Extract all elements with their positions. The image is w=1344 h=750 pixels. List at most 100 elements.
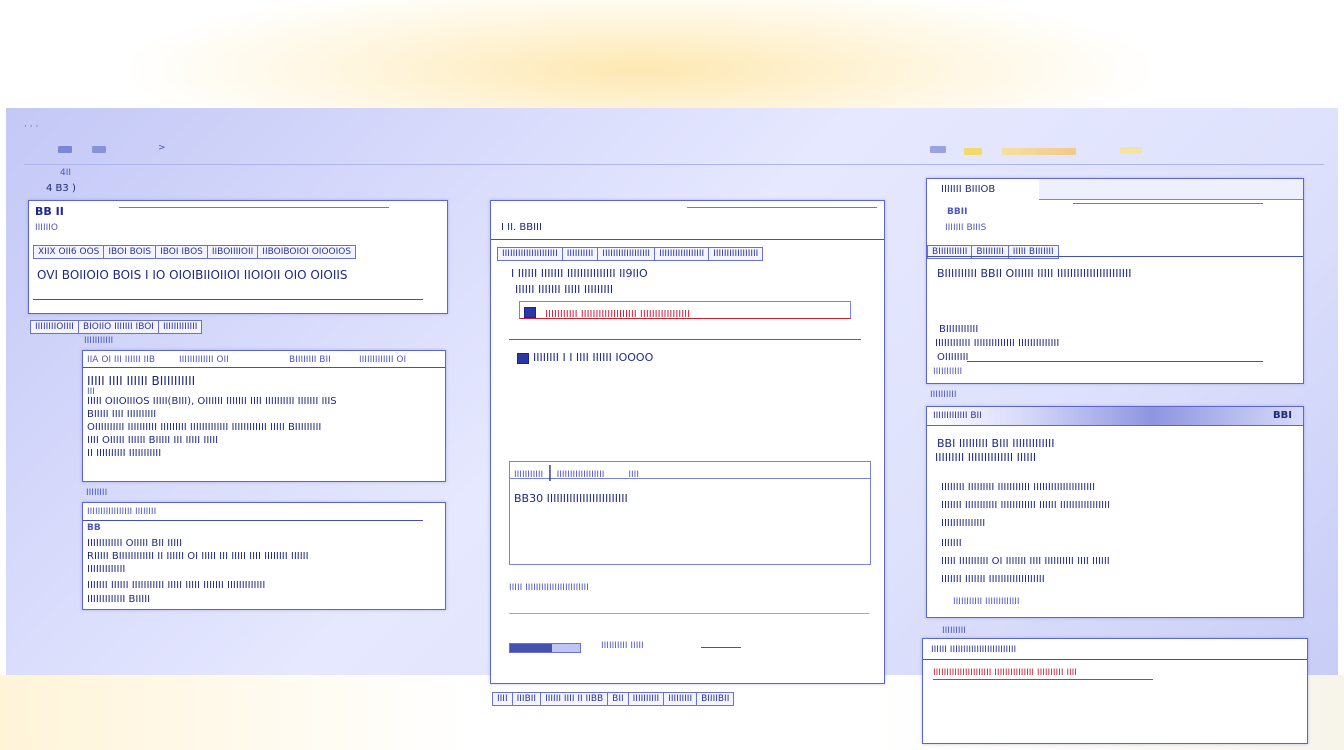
right-details-titlebar[interactable]: IIIIIIIIIIIII BII BBI: [927, 407, 1303, 426]
left-headline-underline: [33, 299, 423, 300]
left-tab-4[interactable]: IIBOIIIIOII: [206, 245, 259, 259]
right-line-2: IIIIIIIIIIII IIIIIIIIIIIIII IIIIIIIIIIII…: [935, 338, 1060, 349]
left-footer-tab-3[interactable]: IIIIIIIIIIIII: [157, 320, 203, 334]
right-panel2-line-4: IIIIIII IIIIIIIIIII IIIIIIIIIIII IIIIII …: [941, 500, 1111, 511]
toolbar-nav-arrow[interactable]: >: [158, 143, 166, 154]
right-line-rule: [967, 361, 1263, 362]
status-item-7[interactable]: BIIIIBII: [696, 692, 735, 706]
center-progress-fill: [510, 644, 552, 652]
center-footer-rule: [509, 613, 869, 614]
left-box1-header-4: IIIIIIIIIIIII OI: [359, 355, 407, 365]
left-tab-3[interactable]: IBOI IBOS: [155, 245, 208, 259]
status-item-6[interactable]: IIIIIIIII: [663, 692, 698, 706]
right-panel2-line-7: IIIII IIIIIIIIII OI IIIIIII IIII IIIIIII…: [941, 556, 1110, 567]
right-tab-strip: [1039, 179, 1303, 200]
center-sub-tab-1[interactable]: IIIIIIIIIII: [510, 470, 547, 480]
left-box2-line-3: RIIIII BIIIIIIIIIIII II IIIIII OI IIIII …: [87, 551, 309, 562]
left-box1-line-6: IIII OIIIII IIIIII BIIIII III IIIII IIII…: [87, 435, 219, 446]
left-detail-box: IIA OI III IIIIII IIB IIIIIIIIIIIII OII …: [82, 350, 446, 482]
left-box1-line-1: IIIII IIII IIIIII BIIIIIIIIII: [87, 374, 196, 388]
center-highlight-icon: [524, 307, 536, 318]
center-tab-5[interactable]: IIIIIIIIIIIIIIIII: [708, 247, 764, 261]
right-tabs-rule: [927, 256, 1303, 257]
left-box2-line-1: BB: [87, 523, 101, 533]
right-line-4: IIIIIIIIIII: [933, 367, 963, 377]
workspace: · · · > 4II 4 B3 ) BB II IIIIIIO XIIX OI…: [6, 108, 1338, 706]
left-box1-header-1: IIA OI III IIIIII IIB: [87, 355, 156, 365]
center-tab-2[interactable]: IIIIIIIIII: [561, 247, 599, 261]
left-footer-tab-1[interactable]: IIIIIIIIOIIII: [30, 320, 79, 334]
left-box1-header-3: BIIIIIIII BII: [289, 355, 331, 365]
center-sub-tab-2[interactable]: IIIIIIIIIIIIIIIIII: [553, 470, 609, 480]
toolbar-icon-grid[interactable]: [930, 146, 946, 153]
top-glow: [0, 0, 1344, 110]
left-panel-subtitle: IIIIIIO: [35, 223, 59, 233]
left-tab-1[interactable]: XIIX OII6 OOS: [33, 245, 105, 259]
status-item-4[interactable]: BII: [607, 692, 629, 706]
center-title: I II. BBIII: [501, 222, 542, 233]
toolbar-icon-back[interactable]: [58, 146, 72, 153]
left-box1-line-4: BIIIII IIII IIIIIIIIII: [87, 409, 157, 420]
right-details-window: IIIIIIIIIIIII BII BBI BBI IIIIIIIII BIII…: [926, 406, 1304, 618]
center-tab-4[interactable]: IIIIIIIIIIIIIIIII: [654, 247, 710, 261]
center-status-bar: IIII IIIBII IIIIII IIII II IIBB BII IIIIIIII…: [492, 686, 735, 706]
center-highlight-text: IIIIIIIIIII IIIIIIIIIIIIIIIIIII IIIIIIII…: [545, 309, 691, 320]
left-box1-line-3: IIIII OIIOIIIOS IIIII(BIII), OIIIIII III…: [87, 396, 337, 407]
toolbar-icon-forward[interactable]: [92, 146, 106, 153]
left-section2-label: IIIIIIII: [86, 488, 108, 498]
status-item-1[interactable]: IIII: [492, 692, 513, 706]
right-title: IIIIIII BIIIOB: [941, 184, 996, 195]
left-tabs: XIIX OII6 OOS IBOI BOIS IBOI IBOS IIBOIIIIO…: [33, 239, 357, 259]
center-tabs: IIIIIIIIIIIIIIIIIIIII IIIIIIIIII IIIIIIIII…: [497, 241, 764, 261]
right-panel2-title: IIIIIIIIIIIII BII: [933, 411, 982, 421]
status-item-3[interactable]: IIIIII IIII II IIBB: [540, 692, 609, 706]
right-panel2-line-6: IIIIIII: [941, 538, 962, 549]
center-progress-label: IIIIIIIIII IIIII: [601, 641, 644, 651]
center-sub-tabs: IIIIIIIIIII | IIIIIIIIIIIIIIIIII IIII: [510, 462, 870, 481]
toolbar-icon-note[interactable]: [1120, 147, 1142, 154]
center-window: I II. BBIII IIIIIIIIIIIIIIIIIIIII IIIIIII…: [490, 200, 885, 684]
status-item-5[interactable]: IIIIIIIIII: [627, 692, 665, 706]
center-tab-3[interactable]: IIIIIIIIIIIIIIIIII: [597, 247, 656, 261]
right-panel2-line-9: IIIIIIIIIII IIIIIIIIIIIII: [953, 597, 1020, 607]
left-box1-header-rule: [83, 367, 445, 368]
center-footer-line: IIIII IIIIIIIIIIIIIIIIIIIIIIII: [509, 583, 589, 593]
status-item-2[interactable]: IIIBII: [511, 692, 542, 706]
right-section2-label: IIIIIIIII: [942, 626, 966, 636]
toolbar-icon-folder[interactable]: [964, 148, 982, 155]
right-panel3-rule: [923, 659, 1307, 660]
center-entry-text: IIIIIIII I I IIII IIIIII IOOOO: [533, 351, 654, 364]
center-progress-bar: [509, 643, 581, 653]
toolbar-highlight: [1002, 148, 1076, 155]
left-headline: OVI BOIIOIO BOIS I IO OIOIBIIOIIOI IIOIO…: [37, 268, 348, 282]
right-title-ruler: [1073, 203, 1263, 204]
center-highlight-field[interactable]: IIIIIIIIIII IIIIIIIIIIIIIIIIIII IIIIIIII…: [519, 301, 851, 320]
left-footer-tabs: IIIIIIIIOIIII BIOIIO IIIIIII IBOI IIIIIIII…: [30, 314, 203, 334]
right-panel2-line-8: IIIIIII IIIIIII IIIIIIIIIIIIIIIIIII: [941, 574, 1045, 585]
right-panel3-header: IIIIII IIIIIIIIIIIIIIIIIIIIIIIII: [931, 645, 1017, 655]
toolbar-divider: [24, 164, 1324, 165]
center-sub-tab-3[interactable]: IIII: [624, 470, 643, 480]
center-entry[interactable]: IIIIIIII I I IIII IIIIII IOOOO: [517, 351, 653, 364]
left-box2-line-5: IIIIIII IIIIII IIIIIIIIIII IIIII IIIII I…: [87, 580, 266, 591]
left-box2-line-4: IIIIIIIIIIIII: [87, 564, 126, 575]
toolbar-dots: · · ·: [24, 122, 39, 132]
right-line-3: OIIIIIIII: [937, 352, 969, 363]
left-footer-tab-2[interactable]: BIOIIO IIIIIII IBOI: [77, 320, 159, 334]
center-progress-tail: [701, 647, 741, 648]
left-mini-label-1: 4II: [60, 168, 72, 178]
right-panel3-red-underline: [933, 679, 1153, 680]
right-panel2-line-5: IIIIIIIIIIIIIII: [941, 518, 986, 529]
left-tab-5[interactable]: IIBOIBOIOI OIOOIOS: [257, 245, 357, 259]
left-tab-2[interactable]: IBOI BOIS: [103, 245, 157, 259]
left-notes-box: IIIIIIIIIIIIIIIII IIIIIIII BB IIIIIIIIII…: [82, 502, 446, 610]
left-section1-label: IIIIIIIIIII: [84, 336, 114, 346]
right-main-window: IIIIIII BIIIOB BBII IIIIIII BIIIS BIIIII…: [926, 178, 1304, 384]
document-icon: [517, 352, 529, 364]
center-sub-panel: IIIIIIIIIII | IIIIIIIIIIIIIIIIII IIII BB30 …: [509, 461, 871, 565]
left-box1-line-5: OIIIIIIIIII IIIIIIIIII IIIIIIIII IIIIIII…: [87, 422, 322, 433]
center-tab-1[interactable]: IIIIIIIIIIIIIIIIIIIII: [497, 247, 563, 261]
right-panel2-line-2: IIIIIIIII IIIIIIIIIIIIII IIIIII: [935, 451, 1037, 464]
right-panel2-line-1: BBI IIIIIIIII BIII IIIIIIIIIIIII: [937, 437, 1055, 450]
right-active-tab[interactable]: IIIIIII BIIIOB: [927, 179, 1039, 200]
